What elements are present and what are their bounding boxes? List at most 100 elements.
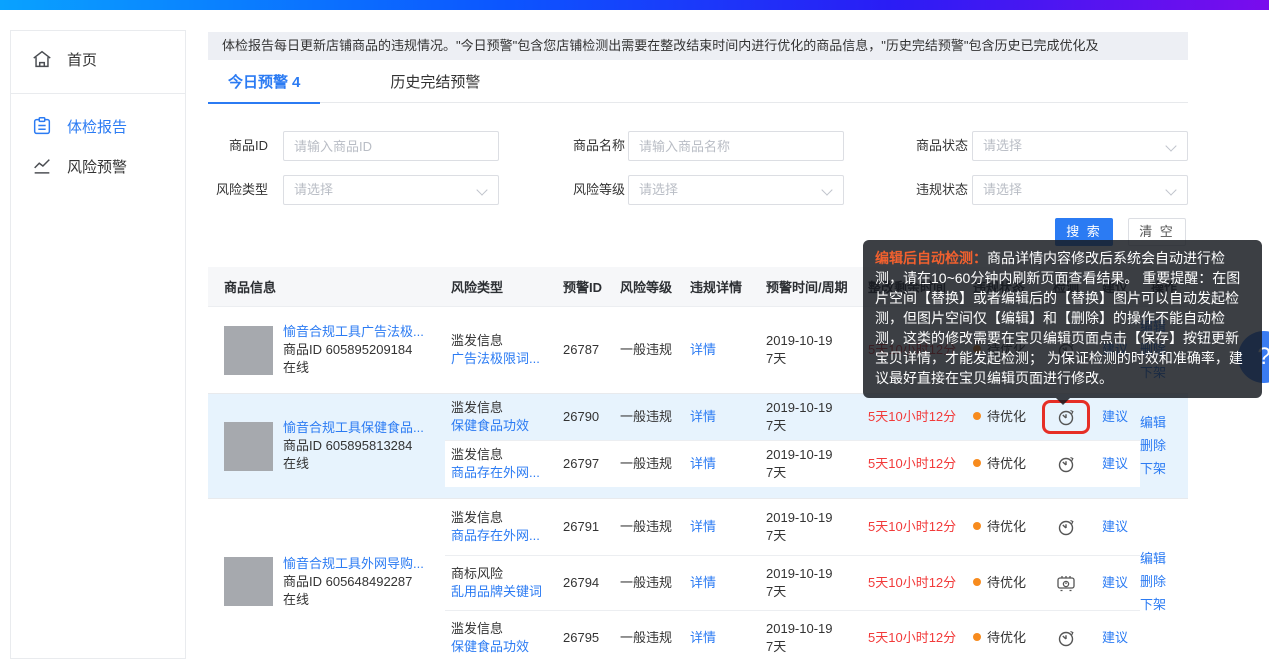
notice-bar: 体检报告每日更新店铺商品的违规情况。"今日预警"包含您店铺检测出需要在整改结束时…: [208, 32, 1188, 60]
product-cell: 愉音合规工具保健食品... 商品ID 605895813284 在线: [208, 394, 445, 498]
risk-type-label: 风险类型: [208, 175, 268, 205]
detect-cell[interactable]: [1042, 573, 1090, 593]
status-dot: [973, 522, 981, 530]
violation-detail-link[interactable]: 详情: [690, 342, 716, 357]
violation-state: 待优化: [965, 629, 1042, 647]
page: 首页 体检报告 风险预警 体检报告每日更新店铺商品的违规情况。"今日预警"包含您…: [0, 0, 1269, 659]
risk-type-link[interactable]: 商品存在外网...: [451, 465, 540, 480]
product-title-link[interactable]: 愉音合规工具广告法极...: [283, 323, 424, 341]
delete-link[interactable]: 删除: [1140, 437, 1188, 455]
detect-cell[interactable]: [1042, 454, 1090, 474]
detect-clock-icon: [1056, 454, 1076, 474]
risk-level: 一般违规: [616, 518, 686, 536]
product-cell: 愉音合规工具外网导购... 商品ID 605648492287 在线: [208, 499, 445, 659]
product-name-input[interactable]: [628, 131, 844, 161]
tooltip-body: 商品详情内容修改后系统会自动进行检测，请在10~60分钟内刷新页面查看结果。 重…: [875, 250, 1243, 386]
warning-row: 商标风险 乱用品牌关键词 26794 一般违规 详情 2019-10-197天 …: [445, 555, 1140, 610]
status-dot: [973, 459, 981, 467]
violation-state: 待优化: [965, 518, 1042, 536]
risk-type-select[interactable]: 请选择: [283, 175, 499, 205]
product-title-link[interactable]: 愉音合规工具外网导购...: [283, 555, 424, 573]
detect-cell[interactable]: [1042, 628, 1090, 648]
violation-detail-link[interactable]: 详情: [690, 575, 716, 590]
risk-type-link[interactable]: 广告法极限词...: [451, 351, 540, 366]
product-id: 商品ID 605648492287: [283, 573, 424, 591]
tab-today-warnings[interactable]: 今日预警4: [208, 70, 320, 103]
warning-id: 26794: [553, 574, 616, 592]
violation-state-select[interactable]: 请选择: [972, 175, 1188, 205]
risk-type-link[interactable]: 保健食品功效: [451, 639, 529, 654]
unshelve-link[interactable]: 下架: [1140, 460, 1188, 478]
sidebar: 首页 体检报告 风险预警: [10, 30, 186, 659]
violation-state: 待优化: [965, 455, 1042, 473]
risk-type-link[interactable]: 商品存在外网...: [451, 528, 540, 543]
edit-link[interactable]: 编辑: [1140, 550, 1188, 568]
suggest-link[interactable]: 建议: [1102, 630, 1128, 645]
risk-type-link[interactable]: 乱用品牌关键词: [451, 584, 542, 599]
status-dot: [973, 578, 981, 586]
violation-detail-link[interactable]: 详情: [690, 630, 716, 645]
sidebar-item-risk-warning[interactable]: 风险预警: [11, 146, 185, 186]
risk-category: 商标风险: [451, 565, 553, 583]
home-icon: [31, 48, 53, 70]
warning-id: 26791: [553, 518, 616, 536]
violation-detail-link[interactable]: 详情: [690, 409, 716, 424]
edit-link[interactable]: 编辑: [1140, 414, 1188, 432]
delete-link[interactable]: 删除: [1140, 573, 1188, 591]
product-image: [224, 326, 273, 375]
violation-detail-link[interactable]: 详情: [690, 519, 716, 534]
risk-level: 一般违规: [616, 408, 686, 426]
status-dot: [973, 412, 981, 420]
warn-time: 2019-10-197天: [760, 620, 860, 656]
risk-level-select[interactable]: 请选择: [628, 175, 844, 205]
warning-id: 26795: [553, 629, 616, 647]
detect-cell[interactable]: [1042, 517, 1090, 537]
risk-level: 一般违规: [616, 341, 686, 359]
risk-type-link[interactable]: 保健食品功效: [451, 418, 529, 433]
violation-state-label: 违规状态: [904, 175, 968, 205]
violation-detail-link[interactable]: 详情: [690, 456, 716, 471]
sidebar-item-label: 体检报告: [67, 116, 127, 137]
product-status: 在线: [283, 359, 424, 377]
risk-level-label: 风险等级: [560, 175, 625, 205]
remain-time: 5天10小时12分: [860, 629, 965, 647]
chevron-down-icon: [821, 184, 832, 195]
chevron-down-icon: [476, 184, 487, 195]
warn-time: 2019-10-197天: [760, 446, 860, 482]
product-title-link[interactable]: 愉音合规工具保健食品...: [283, 419, 424, 437]
risk-level: 一般违规: [616, 574, 686, 592]
suggest-link[interactable]: 建议: [1102, 409, 1128, 424]
violation-state: 待优化: [965, 408, 1042, 426]
detect-clock-icon: [1056, 628, 1076, 648]
table-row-group: 愉音合规工具保健食品... 商品ID 605895813284 在线 滥发信息 …: [208, 394, 1188, 499]
tab-history-warnings[interactable]: 历史完结预警: [370, 70, 500, 103]
warn-time: 2019-10-197天: [760, 399, 860, 435]
chevron-down-icon: [1165, 184, 1176, 195]
suggest-link[interactable]: 建议: [1102, 456, 1128, 471]
violation-state: 待优化: [965, 574, 1042, 592]
product-id-label: 商品ID: [208, 131, 268, 161]
warning-id: 26787: [553, 341, 616, 359]
risk-category: 滥发信息: [451, 509, 553, 527]
sidebar-item-health-report[interactable]: 体检报告: [11, 106, 185, 146]
product-image: [224, 557, 273, 606]
line-chart-icon: [31, 155, 53, 177]
suggest-link[interactable]: 建议: [1102, 575, 1128, 590]
warning-id: 26790: [553, 408, 616, 426]
suggest-link[interactable]: 建议: [1102, 519, 1128, 534]
sidebar-item-home[interactable]: 首页: [11, 31, 185, 87]
product-id: 商品ID 605895209184: [283, 341, 424, 359]
product-id-input[interactable]: [283, 131, 499, 161]
warning-row: 滥发信息 保健食品功效 26790 一般违规 详情 2019-10-197天 5…: [445, 394, 1140, 440]
risk-category: 滥发信息: [451, 332, 553, 350]
tab-count-badge: 4: [292, 74, 300, 91]
product-status: 在线: [283, 455, 424, 473]
remain-time: 5天10小时12分: [860, 574, 965, 592]
unshelve-link[interactable]: 下架: [1140, 596, 1188, 614]
risk-category: 滥发信息: [451, 620, 553, 638]
product-status: 在线: [283, 591, 424, 609]
sidebar-divider: [11, 93, 185, 94]
warning-id: 26797: [553, 455, 616, 473]
risk-category: 滥发信息: [451, 399, 553, 417]
product-state-select[interactable]: 请选择: [972, 131, 1188, 161]
